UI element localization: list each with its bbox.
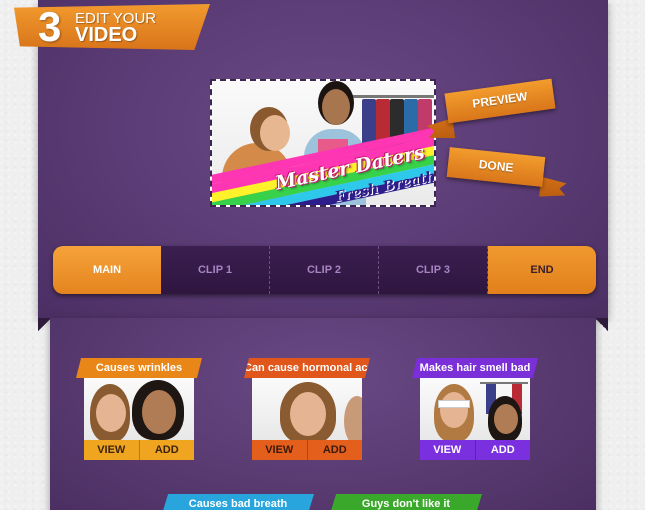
clip-title[interactable]: Causes bad breath: [162, 494, 314, 510]
clip-title[interactable]: Guys don't like it: [330, 494, 482, 510]
clip-card: Makes hair smell bad VIEW ADD: [412, 358, 538, 462]
clip-title: Can cause hormonal acne: [244, 358, 370, 378]
person-figure: [494, 404, 518, 434]
person-figure: [96, 394, 126, 432]
clip-card: Can cause hormonal acne VIEW ADD: [244, 358, 370, 462]
clip-timeline: MAIN CLIP 1 CLIP 2 CLIP 3 END: [53, 246, 596, 294]
clip-thumbnail[interactable]: [252, 376, 362, 440]
clip-title: Causes wrinkles: [76, 358, 202, 378]
timeline-clip-2-slot[interactable]: CLIP 2: [270, 246, 379, 294]
clip-actions: VIEW ADD: [420, 440, 530, 460]
clip-thumbnail[interactable]: [420, 376, 530, 440]
step-title-line2: VIDEO: [75, 24, 138, 46]
timeline-main-slot[interactable]: MAIN: [53, 246, 161, 294]
clip-thumbnail[interactable]: [84, 376, 194, 440]
video-preview[interactable]: Master Daters Fresh Breath: [210, 79, 436, 207]
view-button[interactable]: VIEW: [84, 440, 139, 460]
person-figure: [344, 396, 362, 440]
view-button[interactable]: VIEW: [420, 440, 475, 460]
step-number: 3: [38, 3, 62, 50]
clip-actions: VIEW ADD: [84, 440, 194, 460]
person-figure: [142, 390, 176, 434]
clothes-rack: [348, 95, 434, 98]
person-figure: [440, 392, 468, 428]
view-button[interactable]: VIEW: [252, 440, 307, 460]
timeline-end-slot[interactable]: END: [488, 246, 596, 294]
clip-actions: VIEW ADD: [252, 440, 362, 460]
timeline-clip-3-slot[interactable]: CLIP 3: [379, 246, 488, 294]
person-figure: [290, 392, 326, 436]
clip-card: Causes wrinkles VIEW ADD: [76, 358, 202, 462]
add-button[interactable]: ADD: [306, 440, 362, 460]
person-figure: [322, 89, 350, 125]
person-figure: [260, 115, 290, 151]
add-button[interactable]: ADD: [138, 440, 194, 460]
add-button[interactable]: ADD: [474, 440, 530, 460]
timeline-clip-1-slot[interactable]: CLIP 1: [161, 246, 270, 294]
clip-title: Makes hair smell bad: [412, 358, 538, 378]
blindfold-shape: [438, 400, 470, 408]
